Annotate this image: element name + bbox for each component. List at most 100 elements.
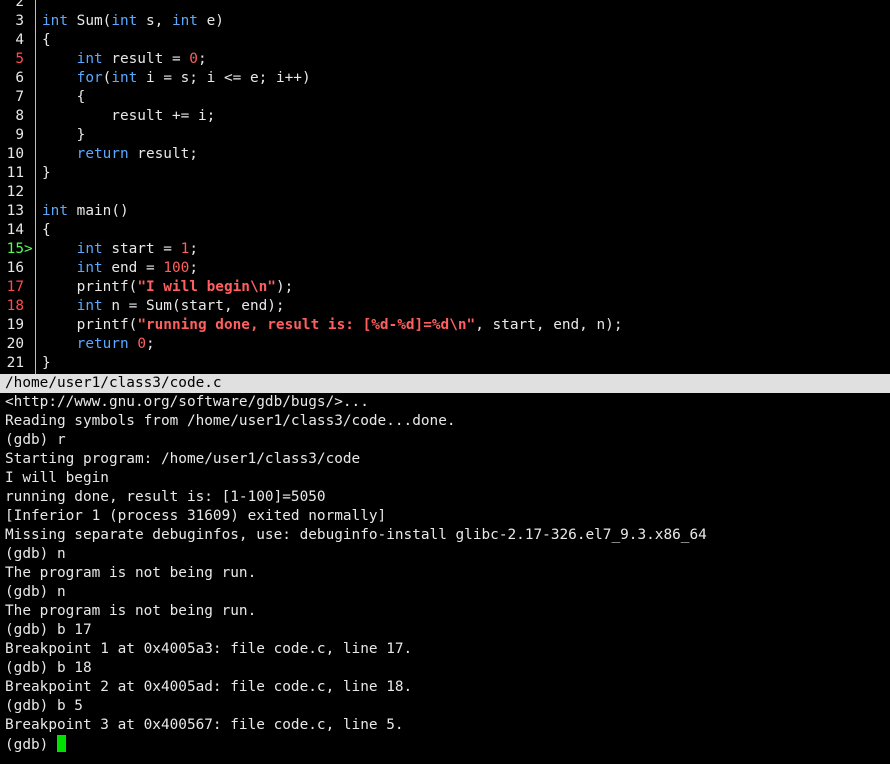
code-fragment: e)	[197, 13, 224, 29]
console-line: (gdb) b 5	[5, 698, 83, 714]
source-line: 17 printf("I will begin\n");	[0, 278, 890, 297]
keyword: int	[111, 70, 138, 86]
source-line: 2	[0, 0, 890, 12]
line-number: 6	[15, 70, 24, 86]
source-line: 10 return result;	[0, 145, 890, 164]
source-line: 20 return 0;	[0, 335, 890, 354]
source-line-current: 15> int start = 1;	[0, 240, 890, 259]
keyword: return	[76, 146, 129, 162]
console-line: The program is not being run.	[5, 565, 257, 581]
code-text: {	[42, 32, 51, 48]
source-line: 7 {	[0, 88, 890, 107]
line-number: 20	[6, 336, 24, 352]
file-path: /home/user1/class3/code.c	[5, 375, 222, 391]
source-file-status-bar: /home/user1/class3/code.c	[0, 374, 890, 393]
keyword: int	[76, 260, 103, 276]
source-line: 4{	[0, 31, 890, 50]
source-line: 18 int n = Sum(start, end);	[0, 297, 890, 316]
code-fragment: result;	[128, 146, 198, 162]
line-number-breakpoint: 5	[15, 51, 24, 67]
line-number: 13	[6, 203, 24, 219]
code-fragment: ;	[197, 51, 207, 67]
code-fragment: ;	[189, 241, 198, 257]
code-fragment: printf(	[42, 279, 138, 295]
source-line: 12	[0, 183, 890, 202]
code-fragment: main()	[68, 203, 129, 219]
source-pane[interactable]: 2 3 int Sum(int s, int e) 4{ 5 int result…	[0, 0, 890, 374]
console-line: Starting program: /home/user1/class3/cod…	[5, 451, 361, 467]
source-line: 6 for(int i = s; i <= e; i++)	[0, 69, 890, 88]
text-cursor[interactable]	[56, 735, 66, 752]
code-text: {	[42, 89, 86, 105]
console-line: <http://www.gnu.org/software/gdb/bugs/>.…	[5, 394, 369, 410]
line-number-breakpoint: 18	[6, 298, 24, 314]
line-number: 9	[15, 127, 24, 143]
line-number: 11	[6, 165, 24, 181]
line-number: 19	[6, 317, 24, 333]
number-literal: 0	[137, 336, 146, 352]
code-text: {	[42, 222, 51, 238]
code-fragment: end =	[102, 260, 164, 276]
code-text: }	[42, 165, 51, 181]
code-fragment	[129, 336, 138, 352]
code-text: int result = 0;	[35, 50, 207, 69]
number-literal: 0	[189, 51, 198, 67]
keyword: int	[111, 13, 138, 29]
code-text: printf("I will begin\n");	[35, 278, 294, 297]
console-line: (gdb) b 18	[5, 660, 92, 676]
code-text: }	[42, 355, 51, 371]
console-line: Breakpoint 2 at 0x4005ad: file code.c, l…	[5, 679, 413, 695]
console-line: running done, result is: [1-100]=5050	[5, 489, 326, 505]
console-line: Reading symbols from /home/user1/class3/…	[5, 413, 456, 429]
line-number: 2	[15, 0, 24, 10]
string-literal: "I will begin\n"	[137, 279, 276, 295]
console-line: Breakpoint 1 at 0x4005a3: file code.c, l…	[5, 641, 413, 657]
number-literal: 1	[180, 241, 190, 257]
command-input-line[interactable]: (gdb)	[5, 735, 885, 754]
code-text: int main()	[35, 202, 129, 221]
source-line: 19 printf("running done, result is: [%d-…	[0, 316, 890, 335]
code-text: }	[42, 127, 86, 143]
console-line: [Inferior 1 (process 31609) exited norma…	[5, 508, 387, 524]
code-fragment: ;	[189, 260, 198, 276]
code-fragment: ;	[145, 336, 155, 352]
console-line: I will begin	[5, 470, 109, 486]
code-fragment: i = s; i <= e; i++)	[137, 70, 311, 86]
code-text: return result;	[35, 145, 198, 164]
code-fragment: printf(	[42, 317, 138, 333]
line-number: 10	[6, 146, 24, 162]
console-line: Breakpoint 3 at 0x400567: file code.c, l…	[5, 717, 404, 733]
source-line: 16 int end = 100;	[0, 259, 890, 278]
keyword: int	[76, 298, 103, 314]
keyword: int	[42, 13, 68, 29]
console-line: (gdb) b 17	[5, 622, 92, 638]
source-line: 5 int result = 0;	[0, 50, 890, 69]
source-line: 14 {	[0, 221, 890, 240]
gdb-console[interactable]: <http://www.gnu.org/software/gdb/bugs/>.…	[5, 393, 885, 754]
line-number: 12	[6, 184, 24, 200]
keyword: int	[76, 51, 103, 67]
code-fragment: , start, end, n);	[475, 317, 623, 333]
code-text: int start = 1;	[35, 240, 198, 259]
console-line: Missing separate debuginfos, use: debugi…	[5, 527, 707, 543]
source-line: 8 result += i;	[0, 107, 890, 126]
current-line-arrow: >	[24, 241, 33, 257]
source-line: 21}	[0, 354, 890, 373]
line-number-current: 15	[6, 241, 24, 257]
code-fragment: Sum(	[68, 13, 112, 29]
line-number: 16	[6, 260, 24, 276]
code-fragment: result =	[102, 51, 190, 67]
gdb-prompt: (gdb)	[5, 737, 57, 753]
keyword: for	[76, 70, 103, 86]
source-line: 11}	[0, 164, 890, 183]
console-line: The program is not being run.	[5, 603, 257, 619]
source-line: 13 int main()	[0, 202, 890, 221]
string-literal: "running done, result is: [%d-%d]=%d\n"	[137, 317, 476, 333]
